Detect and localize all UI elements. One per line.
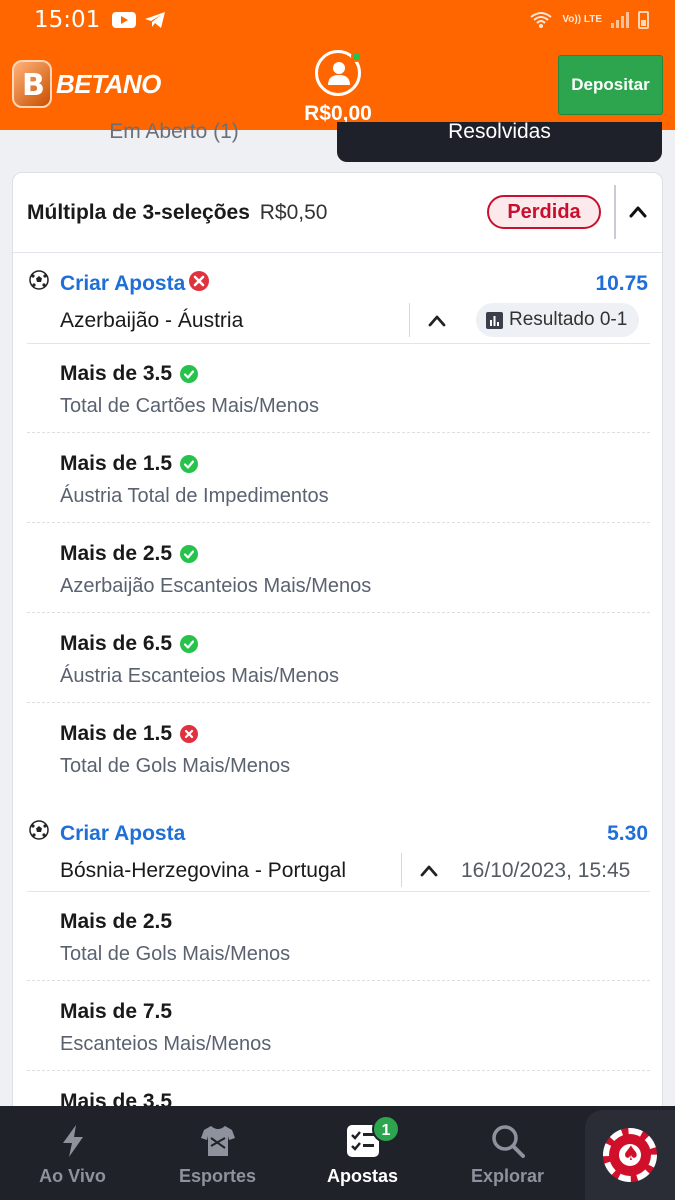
dashed-separator	[27, 522, 650, 523]
youtube-icon	[112, 12, 137, 28]
selection-item: Mais de 1.5 Total de Gols Mais/Menos	[60, 722, 650, 778]
casino-button[interactable]	[585, 1110, 675, 1200]
nav-explore[interactable]: Explorar	[435, 1106, 580, 1200]
selection-market: Total de Gols Mais/Menos	[60, 755, 291, 777]
nav-bets[interactable]: Apostas	[290, 1106, 435, 1200]
status-time: 15:01	[34, 7, 101, 33]
user-icon	[328, 62, 350, 85]
selection-title: Mais de 6.5	[60, 632, 173, 655]
betano-logo-icon	[12, 60, 52, 108]
app-header: BETANO R$0,00 Depositar	[0, 40, 675, 130]
create-bet-link-2[interactable]: Criar Aposta	[60, 822, 185, 846]
search-icon	[491, 1125, 525, 1158]
check-won-icon	[180, 545, 199, 563]
nav-sports-label: Esportes	[178, 1166, 257, 1186]
tab-open-bets[interactable]: Em Aberto (1)	[14, 122, 334, 162]
selection-market: Áustria Total de Impedimentos	[60, 485, 329, 507]
selection-market: Azerbaijão Escanteios Mais/Menos	[60, 575, 372, 597]
selection-item: Mais de 1.5 Áustria Total de Impedimento…	[60, 452, 650, 508]
selection-title: Mais de 1.5	[60, 722, 173, 745]
selection-market: Total de Cartões Mais/Menos	[60, 395, 320, 417]
online-status-dot	[351, 51, 362, 62]
nav-explore-label: Explorar	[470, 1166, 545, 1186]
brand-name: BETANO	[56, 68, 161, 99]
signal-icon	[611, 12, 629, 28]
soccer-ball-icon	[29, 820, 49, 840]
bet-status-badge: Perdida	[487, 195, 601, 229]
divider	[401, 853, 402, 887]
selection-item: Mais de 2.5 Azerbaijão Escanteios Mais/M…	[60, 542, 650, 598]
jersey-icon	[200, 1126, 235, 1156]
divider	[409, 303, 410, 337]
event-odds-1: 10.75	[595, 272, 648, 295]
selection-market: Áustria Escanteios Mais/Menos	[60, 665, 340, 687]
bets-count-badge: 1	[372, 1115, 400, 1143]
match-result-pill[interactable]: Resultado 0-1	[476, 303, 640, 337]
selection-title: Mais de 2.5	[60, 542, 173, 565]
bet-title: Múltipla de 3-seleções R$0,50	[27, 201, 327, 225]
betano-logo[interactable]: BETANO	[12, 60, 161, 108]
telegram-icon	[145, 12, 166, 28]
dashed-separator	[27, 612, 650, 613]
event-lost-x-icon	[189, 271, 209, 291]
match-name-2: Bósnia-Herzegovina - Portugal	[60, 859, 346, 882]
bet-card-header[interactable]: Múltipla de 3-seleções R$0,50 Perdida	[13, 173, 662, 253]
stats-chart-icon	[486, 311, 503, 329]
selection-title: Mais de 3.5	[60, 362, 173, 385]
selection-market: Total de Gols Mais/Menos	[60, 943, 291, 965]
match-datetime: 16/10/2023, 15:45	[461, 859, 631, 882]
deposit-button[interactable]: Depositar	[558, 55, 663, 115]
dashed-separator	[27, 702, 650, 703]
casino-chip-icon	[603, 1128, 657, 1182]
event-collapse-chevron-icon[interactable]	[418, 861, 440, 879]
tab-resolved-label: Resolvidas	[448, 122, 551, 143]
event-odds-2: 5.30	[607, 822, 648, 845]
soccer-ball-icon	[29, 270, 49, 290]
selection-item: Mais de 6.5 Áustria Escanteios Mais/Meno…	[60, 632, 650, 688]
battery-icon	[638, 11, 649, 29]
account-avatar-button[interactable]	[315, 50, 362, 96]
separator	[27, 891, 650, 892]
match-result-text: Resultado 0-1	[509, 309, 628, 330]
separator	[27, 343, 650, 344]
selection-item: Mais de 2.5 Total de Gols Mais/Menos	[60, 910, 650, 966]
selection-item: Mais de 7.5 Escanteios Mais/Menos	[60, 1000, 650, 1056]
check-won-icon	[180, 635, 199, 653]
nav-bets-label: Apostas	[326, 1166, 398, 1186]
dashed-separator	[27, 432, 650, 433]
bet-stake: R$0,50	[259, 201, 328, 224]
dashed-separator	[27, 980, 650, 981]
volte-indicator: Vo)) LTE	[562, 14, 602, 25]
collapse-chevron-up-icon[interactable]	[627, 201, 649, 223]
wifi-icon	[530, 12, 552, 28]
bottom-navigation: Ao Vivo Esportes Apostas Explorar	[0, 1106, 675, 1200]
create-bet-link-1[interactable]: Criar Aposta	[60, 272, 185, 296]
nav-live[interactable]: Ao Vivo	[0, 1106, 145, 1200]
nav-sports[interactable]: Esportes	[145, 1106, 290, 1200]
header-divider	[614, 185, 616, 239]
lightning-icon	[62, 1125, 83, 1157]
tab-open-label: Em Aberto (1)	[109, 122, 239, 143]
x-lost-icon	[180, 725, 199, 743]
dashed-separator	[27, 1070, 650, 1071]
event-collapse-chevron-icon[interactable]	[426, 311, 448, 329]
check-won-icon	[180, 455, 199, 473]
bet-card: Múltipla de 3-seleções R$0,50 Perdida Cr…	[12, 172, 663, 1122]
tab-resolved-bets[interactable]: Resolvidas	[337, 122, 662, 162]
match-name-1: Azerbaijão - Áustria	[60, 309, 244, 332]
selection-market: Escanteios Mais/Menos	[60, 1033, 272, 1055]
status-bar: 15:01 Vo)) LTE	[0, 0, 675, 40]
check-won-icon	[180, 365, 199, 383]
selection-title: Mais de 1.5	[60, 452, 173, 475]
selection-title: Mais de 7.5	[60, 1000, 173, 1023]
selection-item: Mais de 3.5 Total de Cartões Mais/Menos	[60, 362, 650, 418]
bet-type: Múltipla de 3-seleções	[27, 201, 250, 224]
selection-title: Mais de 2.5	[60, 910, 173, 933]
nav-live-label: Ao Vivo	[39, 1166, 106, 1186]
